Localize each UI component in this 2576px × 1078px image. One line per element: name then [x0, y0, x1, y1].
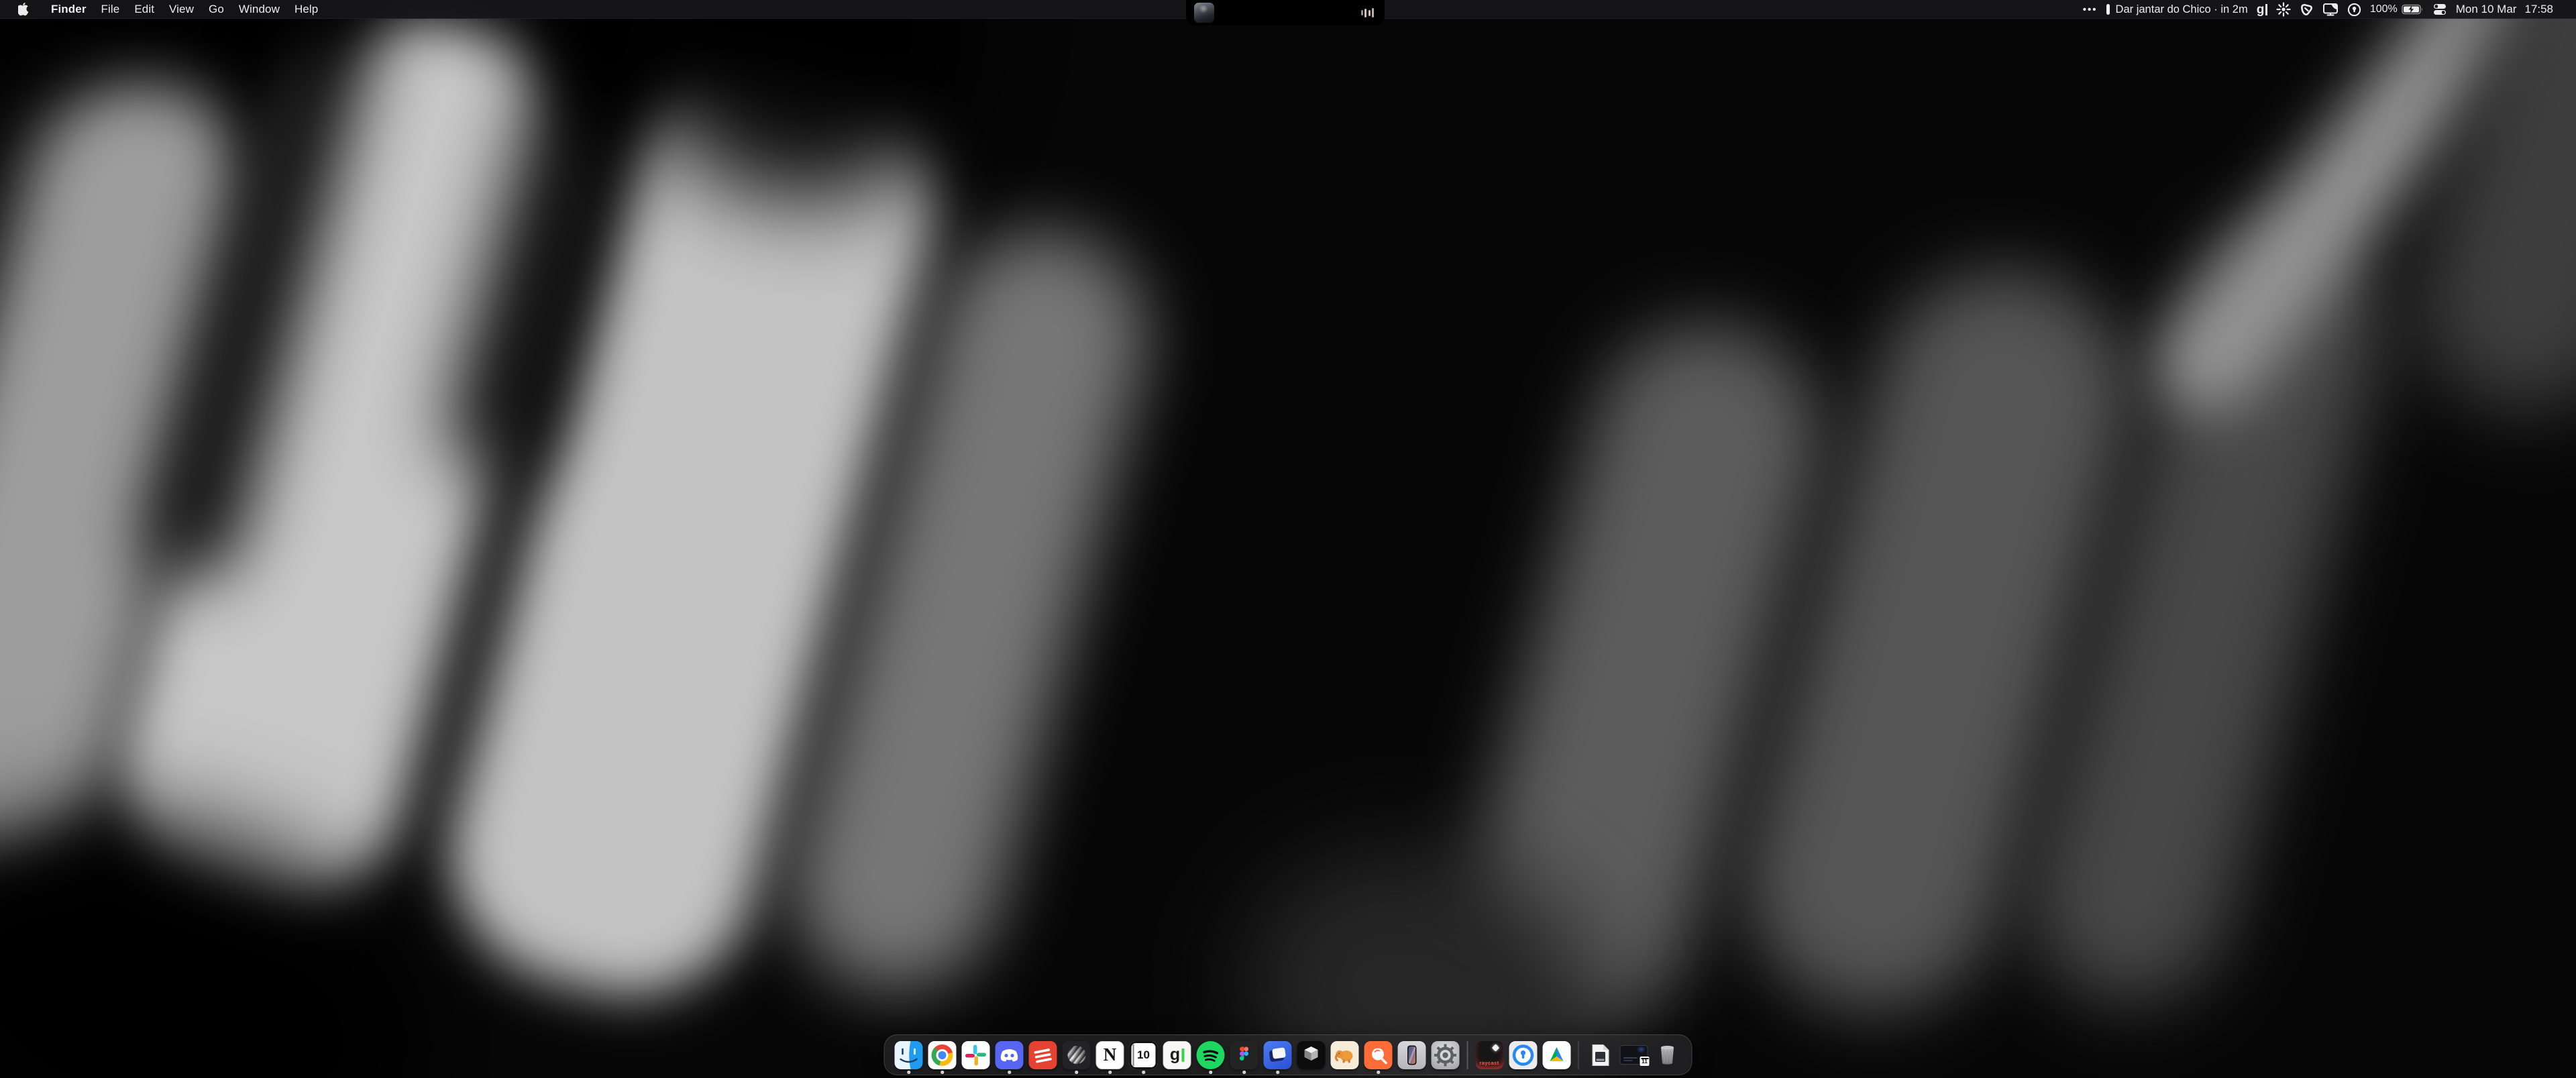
menu-bar-status: ••• Dar jantar do Chico · in 2m g [2083, 0, 2553, 19]
todoist-icon [1029, 1041, 1057, 1069]
notion-icon: N [1096, 1041, 1124, 1069]
dock-item-1password[interactable] [1506, 1034, 1540, 1075]
chrome-icon [928, 1041, 957, 1069]
trash-icon [1654, 1041, 1682, 1069]
dock-separator [1467, 1041, 1468, 1069]
postman-icon [1364, 1041, 1393, 1069]
dock-item-trash[interactable] [1651, 1034, 1684, 1075]
running-indicator [1108, 1071, 1112, 1074]
desktop: Finder File Edit View Go Window Help •••… [0, 0, 2576, 1078]
discord-icon [996, 1041, 1024, 1069]
dock-item-finder[interactable] [892, 1034, 926, 1075]
linear-icon [1063, 1041, 1091, 1069]
running-indicator [1242, 1071, 1246, 1074]
menu-view[interactable]: View [162, 3, 201, 16]
dock-item-document-file[interactable] [1584, 1034, 1617, 1075]
menu-date: Mon 10 Mar [2456, 3, 2517, 16]
dock-item-notion-calendar[interactable]: 10 [1127, 1034, 1161, 1075]
running-indicator [1377, 1071, 1380, 1074]
slack-icon [962, 1041, 990, 1069]
screenshot-file-icon: 11 [1620, 1041, 1648, 1069]
dock: N 10 g [884, 1034, 1693, 1075]
apple-menu-icon[interactable] [18, 2, 30, 16]
document-file-icon [1587, 1041, 1615, 1069]
album-art [1194, 3, 1214, 23]
dock-item-postman[interactable] [1362, 1034, 1395, 1075]
menu-edit[interactable]: Edit [127, 3, 162, 16]
calendar-date-number: 10 [1137, 1048, 1150, 1062]
figma-icon [1230, 1041, 1258, 1069]
running-indicator [1142, 1071, 1145, 1074]
dock-item-screen-studio[interactable] [1261, 1034, 1295, 1075]
framer-icon [1297, 1041, 1326, 1069]
dock-item-figma[interactable] [1228, 1034, 1261, 1075]
dock-item-chrome[interactable] [926, 1034, 959, 1075]
running-indicator [1075, 1071, 1078, 1074]
1password-icon [1509, 1041, 1537, 1069]
menu-bar-left: Finder File Edit View Go Window Help [0, 2, 325, 16]
dock-item-iphone-mirroring[interactable] [1395, 1034, 1429, 1075]
notion-calendar-icon: 10 [1130, 1041, 1158, 1069]
dock-item-notion[interactable]: N [1093, 1034, 1127, 1075]
running-indicator [1276, 1071, 1279, 1074]
granola-icon: g [1163, 1041, 1191, 1069]
elephant-icon [1331, 1041, 1359, 1069]
system-settings-icon [1432, 1041, 1460, 1069]
dock-item-framer[interactable] [1295, 1034, 1328, 1075]
menu-time: 17:58 [2524, 3, 2553, 16]
running-indicator [941, 1071, 944, 1074]
menu-go[interactable]: Go [201, 3, 231, 16]
battery-charging-icon [2402, 4, 2424, 15]
dock-separator [1578, 1041, 1579, 1069]
menu-app-name[interactable]: Finder [44, 3, 94, 16]
dock-item-slack[interactable] [959, 1034, 993, 1075]
running-indicator [907, 1071, 910, 1074]
battery-percent: 100% [2370, 3, 2398, 15]
dock-item-todoist[interactable] [1026, 1034, 1060, 1075]
dock-item-raycast[interactable]: raycast [1472, 1034, 1506, 1075]
running-indicator [1209, 1071, 1212, 1074]
dock-item-linear[interactable] [1060, 1034, 1093, 1075]
reminder-text: Dar jantar do Chico · in 2m [2116, 3, 2248, 16]
desktop-wallpaper [0, 0, 2576, 1078]
dock-item-spotify[interactable] [1194, 1034, 1228, 1075]
iphone-mirroring-icon [1398, 1041, 1426, 1069]
dock-item-discord[interactable] [993, 1034, 1026, 1075]
one-password-icon[interactable] [2347, 0, 2361, 19]
google-drive-icon [1542, 1041, 1570, 1069]
menu-clock[interactable]: Mon 10 Mar 17:58 [2456, 3, 2553, 16]
pick-icon[interactable] [2300, 0, 2314, 19]
reminder-bar-icon [2106, 4, 2110, 15]
sun-gear-icon[interactable] [2276, 0, 2291, 19]
dock-item-screenshot-file[interactable]: 11 [1617, 1034, 1651, 1075]
reminder-widget[interactable]: Dar jantar do Chico · in 2m [2106, 3, 2248, 16]
screen-studio-icon [1264, 1041, 1292, 1069]
finder-icon [895, 1041, 923, 1069]
calendar-badge-icon: 11 [1640, 1056, 1650, 1067]
battery-status[interactable]: 100% [2370, 3, 2424, 15]
dock-item-google-drive[interactable] [1540, 1034, 1573, 1075]
overflow-menu-icon[interactable]: ••• [2083, 0, 2098, 19]
spotify-icon [1197, 1041, 1225, 1069]
audio-visualizer-icon [1361, 0, 1375, 25]
menu-window[interactable]: Window [231, 3, 287, 16]
sparkle-icon [1491, 1044, 1499, 1051]
menu-help[interactable]: Help [287, 3, 325, 16]
dock-item-elephant-app[interactable] [1328, 1034, 1362, 1075]
dock-item-granola[interactable]: g [1161, 1034, 1194, 1075]
control-center-icon[interactable] [2432, 0, 2447, 19]
raycast-icon: raycast [1475, 1041, 1503, 1069]
grammar-g-icon[interactable]: g [2257, 0, 2267, 19]
dock-item-system-settings[interactable] [1429, 1034, 1462, 1075]
display-icon[interactable] [2322, 0, 2339, 19]
running-indicator [1008, 1071, 1011, 1074]
menu-file[interactable]: File [94, 3, 127, 16]
notch-media-widget[interactable] [1186, 0, 1385, 25]
